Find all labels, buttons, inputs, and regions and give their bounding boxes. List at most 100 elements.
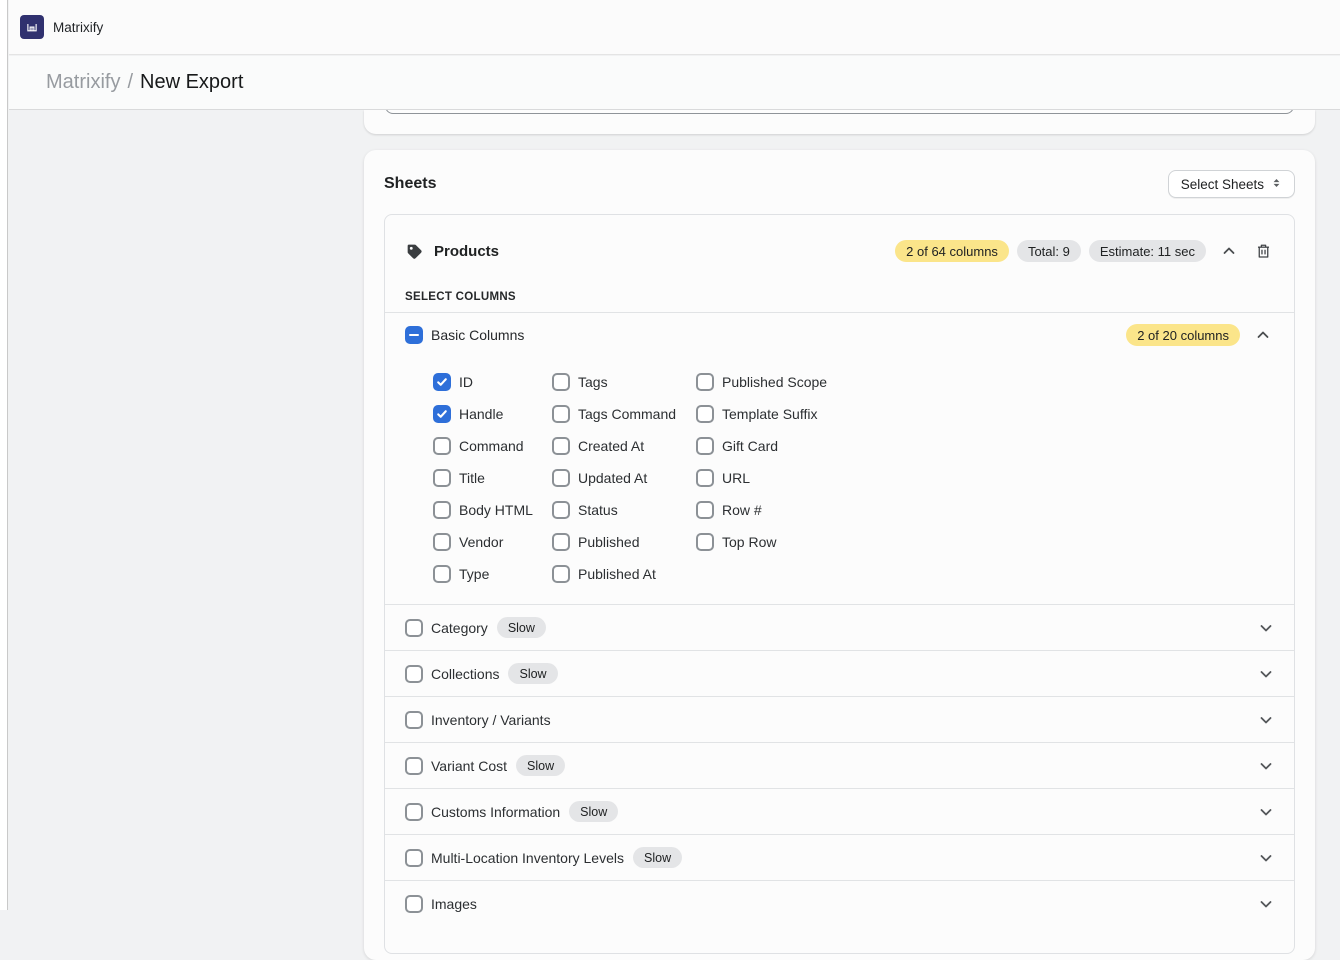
column-label: Status xyxy=(578,502,618,518)
chevron-down-icon[interactable] xyxy=(1258,896,1274,912)
sheets-card: Sheets Select Sheets Products 2 of 64 co… xyxy=(364,150,1315,960)
column-checkbox-item[interactable]: ID xyxy=(433,366,552,398)
checkbox-unchecked[interactable] xyxy=(405,619,423,637)
select-sheets-button[interactable]: Select Sheets xyxy=(1168,170,1295,198)
collapse-basic-columns-button[interactable] xyxy=(1252,324,1274,346)
checkbox-unchecked[interactable] xyxy=(405,757,423,775)
column-label: Published At xyxy=(578,566,656,582)
checkbox-unchecked[interactable] xyxy=(405,711,423,729)
column-checkbox-item[interactable]: Title xyxy=(433,462,552,494)
column-group-row[interactable]: Images xyxy=(385,880,1294,926)
checkbox-unchecked[interactable] xyxy=(552,501,570,519)
column-checkbox-item[interactable]: Updated At xyxy=(552,462,696,494)
column-group-row[interactable]: CollectionsSlow xyxy=(385,650,1294,696)
checkbox-unchecked[interactable] xyxy=(696,373,714,391)
checkbox-indeterminate[interactable] xyxy=(405,326,423,344)
slow-badge: Slow xyxy=(516,755,565,776)
column-group-label: Multi-Location Inventory Levels xyxy=(431,850,624,866)
slow-badge: Slow xyxy=(569,801,618,822)
column-label: Body HTML xyxy=(459,502,533,518)
checkbox-unchecked[interactable] xyxy=(696,437,714,455)
column-label: Top Row xyxy=(722,534,776,550)
sheet-title: Products xyxy=(434,243,499,260)
checkbox-unchecked[interactable] xyxy=(433,437,451,455)
checkbox-unchecked[interactable] xyxy=(552,437,570,455)
column-checkbox-item[interactable]: Published At xyxy=(552,558,696,590)
column-checkbox-item[interactable]: Command xyxy=(433,430,552,462)
column-label: URL xyxy=(722,470,750,486)
chevron-down-icon[interactable] xyxy=(1258,758,1274,774)
column-label: ID xyxy=(459,374,473,390)
column-group-row[interactable]: Inventory / Variants xyxy=(385,696,1294,742)
basic-columns-count-badge: 2 of 20 columns xyxy=(1126,324,1240,346)
column-checkbox-item[interactable]: Created At xyxy=(552,430,696,462)
column-group-row[interactable]: Multi-Location Inventory Levels Slow xyxy=(385,834,1294,880)
checkbox-unchecked[interactable] xyxy=(552,533,570,551)
select-sheets-label: Select Sheets xyxy=(1181,177,1264,192)
chevron-down-icon[interactable] xyxy=(1258,620,1274,636)
column-checkbox-item[interactable]: Type xyxy=(433,558,552,590)
column-group-label: Customs Information xyxy=(431,804,560,820)
column-checkbox-item[interactable]: Top Row xyxy=(696,526,1274,558)
chevron-up-icon xyxy=(1221,243,1237,259)
checkbox-unchecked[interactable] xyxy=(433,501,451,519)
checkbox-unchecked[interactable] xyxy=(552,373,570,391)
column-checkbox-item[interactable]: Tags xyxy=(552,366,696,398)
chevron-down-icon[interactable] xyxy=(1258,850,1274,866)
checkbox-unchecked[interactable] xyxy=(405,849,423,867)
total-badge: Total: 9 xyxy=(1017,240,1081,262)
checkbox-unchecked[interactable] xyxy=(552,565,570,583)
checkbox-unchecked[interactable] xyxy=(552,405,570,423)
column-checkbox-item[interactable]: Published Scope xyxy=(696,366,1274,398)
divider xyxy=(385,312,1294,313)
estimate-badge: Estimate: 11 sec xyxy=(1089,240,1206,262)
matrixify-logo-icon[interactable] xyxy=(20,15,44,39)
checkbox-unchecked[interactable] xyxy=(696,405,714,423)
column-checkbox-item[interactable]: Tags Command xyxy=(552,398,696,430)
checkbox-unchecked[interactable] xyxy=(696,533,714,551)
column-group-row[interactable]: CategorySlow xyxy=(385,604,1294,650)
checkbox-unchecked[interactable] xyxy=(696,469,714,487)
column-checkbox-item[interactable]: Body HTML xyxy=(433,494,552,526)
chevron-down-icon[interactable] xyxy=(1258,666,1274,682)
column-checkbox-item[interactable]: Template Suffix xyxy=(696,398,1274,430)
column-label: Tags xyxy=(578,374,608,390)
checkbox-unchecked[interactable] xyxy=(433,533,451,551)
column-group-row[interactable]: Customs Information Slow xyxy=(385,788,1294,834)
basic-columns-header[interactable]: Basic Columns 2 of 20 columns xyxy=(405,322,1274,348)
column-group-row[interactable]: Variant CostSlow xyxy=(385,742,1294,788)
page-title: New Export xyxy=(140,71,243,93)
checkbox-unchecked[interactable] xyxy=(433,565,451,583)
column-label: Handle xyxy=(459,406,503,422)
column-checkbox-item[interactable]: Handle xyxy=(433,398,552,430)
slow-badge: Slow xyxy=(497,617,546,638)
sheets-heading: Sheets xyxy=(384,175,436,193)
slow-badge: Slow xyxy=(633,847,682,868)
collapse-sheet-button[interactable] xyxy=(1218,240,1240,262)
checkbox-unchecked[interactable] xyxy=(405,665,423,683)
checkbox-checked[interactable] xyxy=(433,373,451,391)
column-checkbox-item[interactable]: URL xyxy=(696,462,1274,494)
checkbox-unchecked[interactable] xyxy=(433,469,451,487)
column-label: Row # xyxy=(722,502,762,518)
column-checkbox-item[interactable]: Status xyxy=(552,494,696,526)
delete-sheet-button[interactable] xyxy=(1252,240,1274,262)
checkbox-unchecked[interactable] xyxy=(552,469,570,487)
column-checkbox-item[interactable]: Row # xyxy=(696,494,1274,526)
app-name: Matrixify xyxy=(53,20,103,35)
window-left-edge xyxy=(0,0,8,910)
chevron-down-icon[interactable] xyxy=(1258,804,1274,820)
column-checkbox-item[interactable]: Vendor xyxy=(433,526,552,558)
column-label: Gift Card xyxy=(722,438,778,454)
checkbox-unchecked[interactable] xyxy=(405,803,423,821)
previous-card-bottom xyxy=(364,110,1315,134)
column-checkbox-item[interactable]: Published xyxy=(552,526,696,558)
checkbox-unchecked[interactable] xyxy=(696,501,714,519)
chevron-down-icon[interactable] xyxy=(1258,712,1274,728)
breadcrumb-parent-link[interactable]: Matrixify xyxy=(46,71,120,93)
tag-icon xyxy=(405,242,424,261)
column-checkbox-item[interactable]: Gift Card xyxy=(696,430,1274,462)
basic-columns-label: Basic Columns xyxy=(431,327,524,343)
checkbox-checked[interactable] xyxy=(433,405,451,423)
column-label: Template Suffix xyxy=(722,406,817,422)
